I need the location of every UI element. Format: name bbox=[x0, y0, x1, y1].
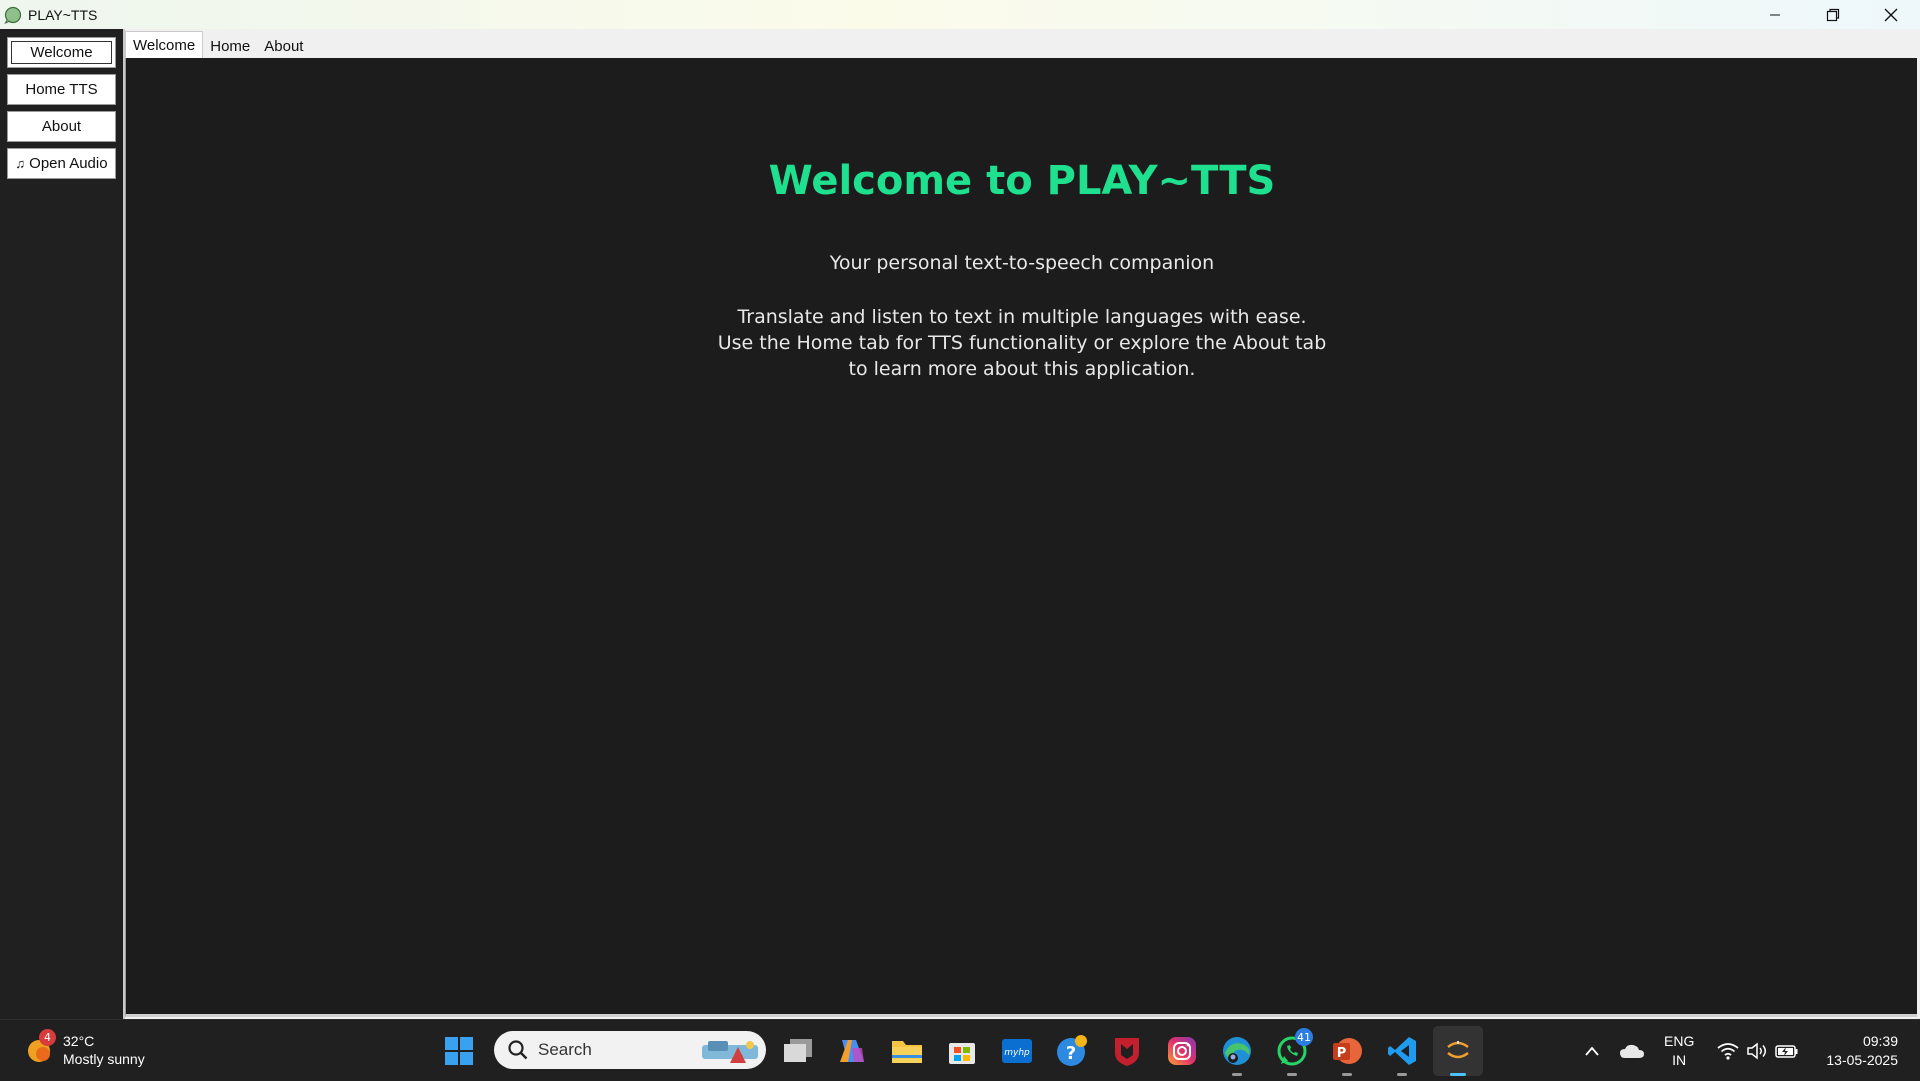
whatsapp-button[interactable]: 41 bbox=[1275, 1028, 1313, 1076]
app-logo-icon bbox=[4, 6, 22, 24]
task-view-icon bbox=[784, 1039, 812, 1062]
onedrive-button[interactable] bbox=[1615, 1034, 1649, 1068]
file-explorer-button[interactable] bbox=[890, 1034, 924, 1068]
clock-date: 13-05-2025 bbox=[1826, 1052, 1898, 1068]
copilot-button[interactable] bbox=[835, 1034, 869, 1068]
weather-badge: 4 bbox=[39, 1029, 56, 1046]
search-placeholder: Search bbox=[538, 1040, 592, 1059]
close-icon bbox=[1884, 8, 1898, 21]
start-button[interactable] bbox=[444, 1036, 474, 1066]
vscode-icon bbox=[1388, 1037, 1416, 1065]
powerpoint-button[interactable]: P bbox=[1330, 1034, 1364, 1076]
window-title: PLAY~TTS bbox=[28, 6, 98, 23]
welcome-description: Translate and listen to text in multiple… bbox=[717, 306, 1327, 380]
show-hidden-icons-button[interactable] bbox=[1575, 1034, 1609, 1068]
language-region: IN bbox=[1672, 1052, 1687, 1068]
tab-about-label: About bbox=[264, 37, 304, 55]
powerpoint-icon: P bbox=[1333, 1038, 1362, 1064]
weather-temperature: 32°C bbox=[63, 1033, 95, 1049]
network-button[interactable] bbox=[1711, 1034, 1745, 1068]
title-bar: PLAY~TTS bbox=[0, 0, 1920, 29]
windows-logo-icon bbox=[445, 1037, 473, 1065]
play-tts-taskbar-button[interactable] bbox=[1441, 1034, 1475, 1076]
cloud-icon bbox=[1620, 1044, 1644, 1058]
search-icon bbox=[508, 1040, 528, 1060]
weather-widget[interactable]: 4 32°C Mostly sunny bbox=[25, 1029, 145, 1068]
welcome-panel: Welcome to PLAY~TTS Your personal text-t… bbox=[125, 58, 1917, 1017]
minimize-icon bbox=[1770, 14, 1780, 15]
mcafee-shield-icon bbox=[1115, 1038, 1139, 1066]
input-language-indicator[interactable]: ENG IN bbox=[1664, 1032, 1694, 1070]
myhp-button[interactable]: myhp bbox=[1000, 1034, 1034, 1068]
tab-home[interactable]: Home bbox=[203, 34, 257, 58]
running-indicator bbox=[1287, 1073, 1297, 1076]
welcome-title: Welcome to PLAY~TTS bbox=[768, 158, 1276, 204]
taskbar: 4 32°C Mostly sunny Search myhp ? 41 P E… bbox=[0, 1019, 1920, 1081]
welcome-button-label: Welcome bbox=[30, 44, 93, 61]
tab-bar: Welcome Home About bbox=[125, 29, 1917, 59]
svg-text:myhp: myhp bbox=[1004, 1048, 1030, 1058]
running-indicator bbox=[1397, 1073, 1407, 1076]
about-button-label: About bbox=[41, 118, 82, 135]
taskbar-search[interactable]: Search bbox=[494, 1031, 766, 1069]
svg-text:?: ? bbox=[1066, 1043, 1076, 1064]
tab-about[interactable]: About bbox=[257, 34, 310, 58]
play-tts-app-icon bbox=[1447, 1041, 1469, 1059]
home-tts-button[interactable]: Home TTS bbox=[7, 74, 116, 105]
music-note-icon: ♫ bbox=[15, 156, 26, 171]
weather-condition: Mostly sunny bbox=[63, 1051, 145, 1067]
copilot-icon bbox=[840, 1040, 864, 1062]
running-indicator bbox=[1342, 1073, 1352, 1076]
battery-button[interactable] bbox=[1770, 1034, 1804, 1068]
chevron-up-icon bbox=[1585, 1046, 1599, 1056]
tab-welcome[interactable]: Welcome bbox=[125, 31, 204, 59]
speaker-icon bbox=[1747, 1042, 1766, 1060]
system-clock[interactable]: 09:39 13-05-2025 bbox=[1812, 1032, 1898, 1070]
open-audio-button[interactable]: ♫ Open Audio bbox=[7, 148, 116, 179]
home-tts-button-label: Home TTS bbox=[25, 81, 98, 98]
welcome-subtitle: Your personal text-to-speech companion bbox=[829, 252, 1215, 274]
running-indicator bbox=[1232, 1073, 1242, 1076]
tab-home-label: Home bbox=[210, 37, 251, 55]
search-highlight-icon bbox=[702, 1041, 758, 1063]
store-icon bbox=[949, 1043, 975, 1064]
edge-button[interactable] bbox=[1220, 1034, 1254, 1076]
about-button[interactable]: About bbox=[7, 111, 116, 142]
sun-icon: 4 bbox=[25, 1029, 56, 1065]
vscode-button[interactable] bbox=[1385, 1034, 1419, 1076]
edge-icon bbox=[1223, 1037, 1251, 1065]
help-icon: ? bbox=[1057, 1035, 1087, 1066]
restore-button[interactable] bbox=[1804, 0, 1862, 29]
language-code: ENG bbox=[1664, 1033, 1695, 1049]
instagram-icon bbox=[1168, 1037, 1196, 1065]
close-button[interactable] bbox=[1862, 0, 1920, 29]
help-button[interactable]: ? bbox=[1055, 1034, 1089, 1068]
instagram-button[interactable] bbox=[1165, 1034, 1199, 1068]
folder-icon bbox=[892, 1041, 922, 1063]
myhp-icon: myhp bbox=[1002, 1039, 1032, 1063]
restore-icon bbox=[1826, 8, 1840, 21]
sidebar: Welcome Home TTS About ♫ Open Audio bbox=[0, 29, 125, 1019]
active-indicator bbox=[1450, 1073, 1466, 1076]
wifi-icon bbox=[1717, 1043, 1739, 1060]
svg-text:P: P bbox=[1337, 1046, 1347, 1061]
open-audio-button-label: Open Audio bbox=[29, 155, 108, 172]
microsoft-store-button[interactable] bbox=[945, 1034, 979, 1068]
clock-time: 09:39 bbox=[1862, 1033, 1898, 1049]
welcome-button[interactable]: Welcome bbox=[7, 37, 116, 68]
task-view-button[interactable] bbox=[781, 1034, 815, 1068]
minimize-button[interactable] bbox=[1746, 0, 1804, 29]
battery-charging-icon bbox=[1775, 1045, 1798, 1058]
mcafee-button[interactable] bbox=[1110, 1034, 1144, 1068]
whatsapp-badge: 41 bbox=[1295, 1028, 1313, 1046]
tab-welcome-label: Welcome bbox=[133, 37, 196, 54]
